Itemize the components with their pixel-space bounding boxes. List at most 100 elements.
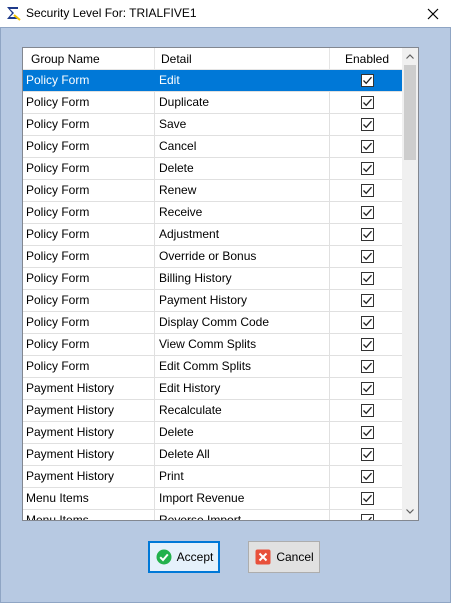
cell-detail[interactable]: Delete [155, 158, 330, 179]
table-row[interactable]: Policy Form Override or Bonus [23, 246, 404, 268]
enabled-checkbox[interactable] [360, 250, 374, 263]
enabled-checkbox[interactable] [360, 74, 374, 87]
enabled-checkbox[interactable] [360, 272, 374, 285]
table-row[interactable]: Policy Form Cancel [23, 136, 404, 158]
cell-group-name[interactable]: Payment History [23, 378, 155, 399]
table-row[interactable]: Policy Form Delete [23, 158, 404, 180]
table-row[interactable]: Payment History Delete [23, 422, 404, 444]
table-row[interactable]: Menu Items Reverse Import [23, 510, 404, 520]
cell-detail[interactable]: Print [155, 466, 330, 487]
enabled-checkbox[interactable] [360, 426, 374, 439]
table-row[interactable]: Policy Form Adjustment [23, 224, 404, 246]
table-row[interactable]: Policy Form Payment History [23, 290, 404, 312]
cell-detail[interactable]: View Comm Splits [155, 334, 330, 355]
cell-detail[interactable]: Renew [155, 180, 330, 201]
enabled-checkbox[interactable] [360, 360, 374, 373]
accept-button[interactable]: Accept [148, 541, 220, 573]
table-row[interactable]: Policy Form Duplicate [23, 92, 404, 114]
table-row[interactable]: Policy Form Renew [23, 180, 404, 202]
enabled-checkbox[interactable] [360, 470, 374, 483]
table-row[interactable]: Payment History Print [23, 466, 404, 488]
cell-detail[interactable]: Reverse Import [155, 510, 330, 520]
cell-detail[interactable]: Payment History [155, 290, 330, 311]
checkmark-icon [362, 230, 372, 239]
enabled-checkbox[interactable] [360, 382, 374, 395]
cell-detail[interactable]: Delete [155, 422, 330, 443]
vertical-scrollbar[interactable] [402, 48, 418, 520]
cell-detail[interactable]: Override or Bonus [155, 246, 330, 267]
cell-group-name[interactable]: Payment History [23, 400, 155, 421]
table-row[interactable]: Menu Items Import Revenue [23, 488, 404, 510]
enabled-checkbox[interactable] [360, 206, 374, 219]
table-row[interactable]: Policy Form Edit [23, 70, 404, 92]
table-row[interactable]: Policy Form Receive [23, 202, 404, 224]
scroll-thumb[interactable] [404, 65, 416, 160]
table-row[interactable]: Payment History Recalculate [23, 400, 404, 422]
enabled-checkbox[interactable] [360, 96, 374, 109]
enabled-checkbox[interactable] [360, 404, 374, 417]
table-row[interactable]: Payment History Edit History [23, 378, 404, 400]
cell-group-name[interactable]: Payment History [23, 444, 155, 465]
cell-detail[interactable]: Receive [155, 202, 330, 223]
cell-group-name[interactable]: Policy Form [23, 268, 155, 289]
enabled-checkbox[interactable] [360, 228, 374, 241]
cell-detail[interactable]: Cancel [155, 136, 330, 157]
cell-detail[interactable]: Recalculate [155, 400, 330, 421]
cell-group-name[interactable]: Policy Form [23, 356, 155, 377]
enabled-checkbox[interactable] [360, 162, 374, 175]
table-row[interactable]: Payment History Delete All [23, 444, 404, 466]
cell-group-name[interactable]: Policy Form [23, 114, 155, 135]
cell-group-name[interactable]: Menu Items [23, 510, 155, 520]
cell-group-name[interactable]: Policy Form [23, 136, 155, 157]
column-header-detail[interactable]: Detail [155, 48, 330, 70]
cell-group-name[interactable]: Policy Form [23, 158, 155, 179]
checkmark-icon [362, 120, 372, 129]
cell-group-name[interactable]: Policy Form [23, 92, 155, 113]
enabled-checkbox[interactable] [360, 492, 374, 505]
scroll-down-button[interactable] [402, 503, 418, 520]
cell-detail[interactable]: Import Revenue [155, 488, 330, 509]
cell-detail[interactable]: Duplicate [155, 92, 330, 113]
cell-detail[interactable]: Adjustment [155, 224, 330, 245]
enabled-checkbox[interactable] [360, 338, 374, 351]
security-grid[interactable]: Group Name Detail Enabled Policy Form Edi… [22, 47, 419, 521]
cell-group-name[interactable]: Payment History [23, 466, 155, 487]
cell-detail[interactable]: Save [155, 114, 330, 135]
enabled-checkbox[interactable] [360, 316, 374, 329]
title-bar[interactable]: Security Level For: TRIALFIVE1 [0, 0, 451, 27]
column-header-enabled[interactable]: Enabled [330, 48, 404, 70]
cell-group-name[interactable]: Policy Form [23, 202, 155, 223]
scroll-up-button[interactable] [402, 48, 418, 65]
enabled-checkbox[interactable] [360, 448, 374, 461]
enabled-checkbox[interactable] [360, 514, 374, 520]
table-row[interactable]: Policy Form Edit Comm Splits [23, 356, 404, 378]
cell-group-name[interactable]: Menu Items [23, 488, 155, 509]
enabled-checkbox[interactable] [360, 184, 374, 197]
table-row[interactable]: Policy Form Save [23, 114, 404, 136]
cell-group-name[interactable]: Policy Form [23, 290, 155, 311]
enabled-checkbox[interactable] [360, 140, 374, 153]
table-row[interactable]: Policy Form Display Comm Code [23, 312, 404, 334]
enabled-checkbox[interactable] [360, 118, 374, 131]
column-header-group-name[interactable]: Group Name [23, 48, 155, 70]
cancel-button[interactable]: Cancel [248, 541, 320, 573]
cell-group-name[interactable]: Policy Form [23, 334, 155, 355]
cell-group-name[interactable]: Policy Form [23, 70, 155, 91]
cell-detail[interactable]: Edit Comm Splits [155, 356, 330, 377]
cell-group-name[interactable]: Policy Form [23, 180, 155, 201]
cell-detail[interactable]: Edit History [155, 378, 330, 399]
cell-detail[interactable]: Delete All [155, 444, 330, 465]
cell-detail[interactable]: Edit [155, 70, 330, 91]
checkmark-icon [362, 142, 372, 151]
cell-group-name[interactable]: Policy Form [23, 246, 155, 267]
table-row[interactable]: Policy Form View Comm Splits [23, 334, 404, 356]
table-row[interactable]: Policy Form Billing History [23, 268, 404, 290]
cell-group-name[interactable]: Policy Form [23, 312, 155, 333]
cell-detail[interactable]: Billing History [155, 268, 330, 289]
cell-group-name[interactable]: Policy Form [23, 224, 155, 245]
cell-detail[interactable]: Display Comm Code [155, 312, 330, 333]
app-icon[interactable] [5, 5, 21, 21]
enabled-checkbox[interactable] [360, 294, 374, 307]
close-button[interactable] [415, 0, 451, 27]
cell-group-name[interactable]: Payment History [23, 422, 155, 443]
